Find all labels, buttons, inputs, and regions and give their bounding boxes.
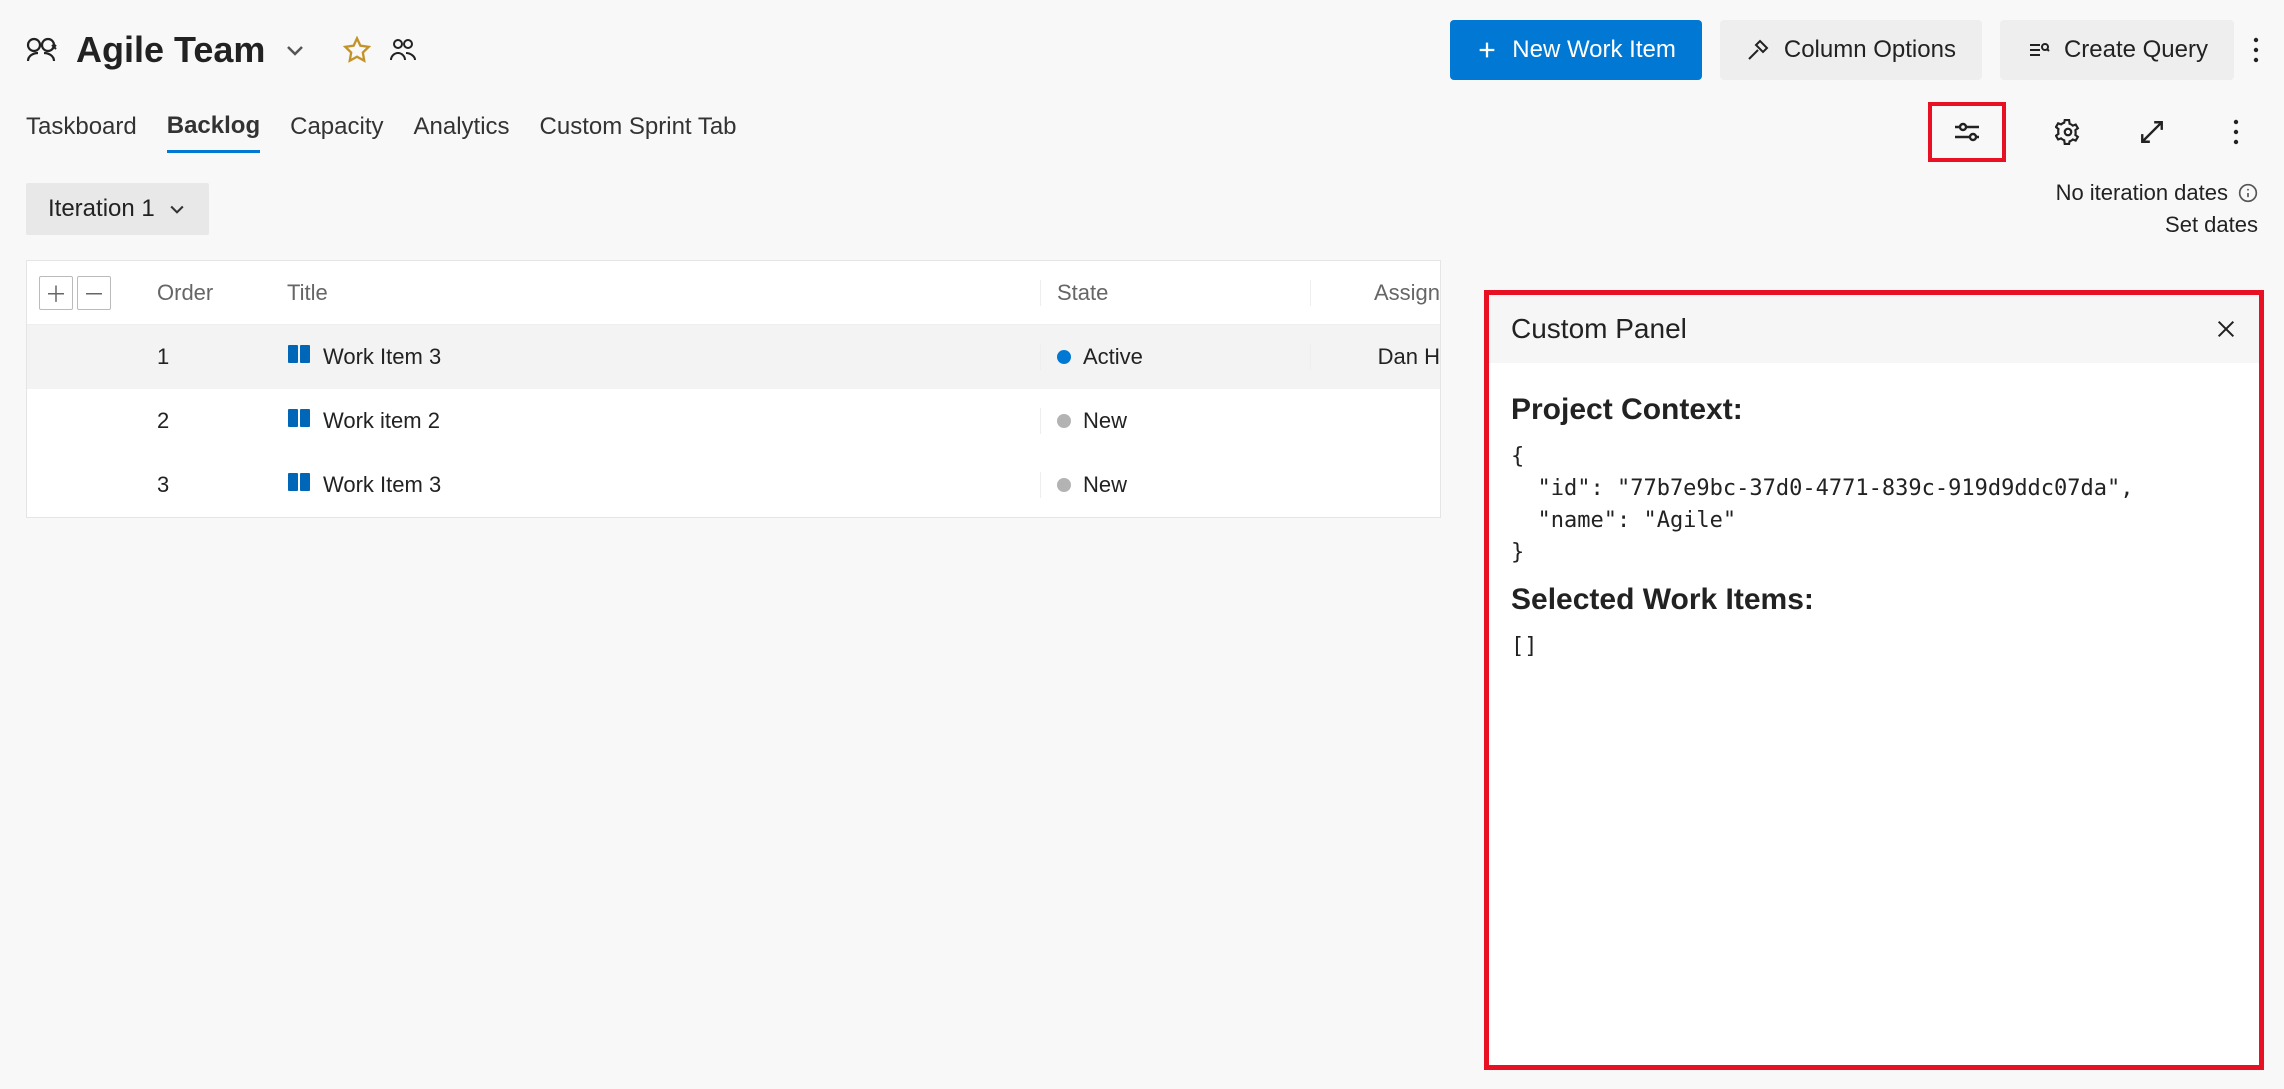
more-view-options-icon[interactable]: [2214, 110, 2258, 154]
info-icon[interactable]: [2238, 183, 2258, 203]
custom-panel: Custom Panel Project Context: { "id": "7…: [1484, 290, 2264, 1070]
column-header-order[interactable]: Order: [157, 280, 287, 306]
team-name: Agile Team: [76, 29, 265, 71]
cell-title: Work item 2: [323, 408, 440, 434]
new-work-item-button[interactable]: New Work Item: [1450, 20, 1702, 80]
backlog-grid: ＋ － Order Title State Assign 1 Work Item…: [26, 260, 1441, 518]
work-item-type-icon: [287, 343, 311, 371]
work-item-type-icon: [287, 407, 311, 435]
grid-header-row: ＋ － Order Title State Assign: [27, 261, 1440, 325]
column-header-title[interactable]: Title: [287, 280, 1040, 306]
fullscreen-icon[interactable]: [2130, 110, 2174, 154]
grid-row[interactable]: 1 Work Item 3 Active Dan H: [27, 325, 1440, 389]
tab-capacity[interactable]: Capacity: [290, 113, 383, 151]
tab-custom-sprint[interactable]: Custom Sprint Tab: [540, 113, 737, 151]
create-query-label: Create Query: [2064, 36, 2208, 64]
iteration-label: Iteration 1: [48, 195, 155, 223]
cell-order: 3: [157, 472, 287, 498]
iteration-selector[interactable]: Iteration 1: [26, 183, 209, 235]
create-query-button[interactable]: Create Query: [2000, 20, 2234, 80]
panel-heading-context: Project Context:: [1511, 393, 2237, 427]
cell-title: Work Item 3: [323, 472, 441, 498]
collapse-all-button[interactable]: －: [77, 276, 111, 310]
panel-heading-selected: Selected Work Items:: [1511, 583, 2237, 617]
state-dot-icon: [1057, 414, 1071, 428]
cell-title: Work Item 3: [323, 344, 441, 370]
cell-state: New: [1083, 408, 1127, 434]
filter-settings-icon[interactable]: [1928, 102, 2006, 162]
column-options-button[interactable]: Column Options: [1720, 20, 1982, 80]
column-header-state[interactable]: State: [1040, 280, 1310, 306]
no-iteration-dates-label: No iteration dates: [2056, 180, 2228, 206]
cell-order: 1: [157, 344, 287, 370]
state-dot-icon: [1057, 478, 1071, 492]
more-actions-icon[interactable]: [2252, 36, 2260, 64]
team-dropdown-chevron[interactable]: [283, 38, 307, 62]
close-icon[interactable]: [2215, 318, 2237, 340]
set-dates-link[interactable]: Set dates: [2056, 212, 2258, 238]
settings-gear-icon[interactable]: [2046, 110, 2090, 154]
grid-row[interactable]: 3 Work Item 3 New: [27, 453, 1440, 517]
tab-analytics[interactable]: Analytics: [413, 113, 509, 151]
team-icon: [24, 37, 58, 63]
cell-state: Active: [1083, 344, 1143, 370]
cell-order: 2: [157, 408, 287, 434]
custom-panel-title: Custom Panel: [1511, 313, 1687, 345]
favorite-star-icon[interactable]: [343, 36, 371, 64]
expand-all-button[interactable]: ＋: [39, 276, 73, 310]
panel-code-context: { "id": "77b7e9bc-37d0-4771-839c-919d9dd…: [1511, 441, 2237, 569]
cell-state: New: [1083, 472, 1127, 498]
column-options-label: Column Options: [1784, 36, 1956, 64]
state-dot-icon: [1057, 350, 1071, 364]
new-work-item-label: New Work Item: [1512, 36, 1676, 64]
cell-assigned: Dan H: [1310, 344, 1440, 370]
tab-backlog[interactable]: Backlog: [167, 112, 260, 153]
grid-row[interactable]: 2 Work item 2 New: [27, 389, 1440, 453]
tab-taskboard[interactable]: Taskboard: [26, 113, 137, 151]
column-header-assigned[interactable]: Assign: [1310, 280, 1440, 306]
work-item-type-icon: [287, 471, 311, 499]
panel-code-selected: []: [1511, 631, 2237, 663]
team-members-icon[interactable]: [389, 38, 417, 62]
